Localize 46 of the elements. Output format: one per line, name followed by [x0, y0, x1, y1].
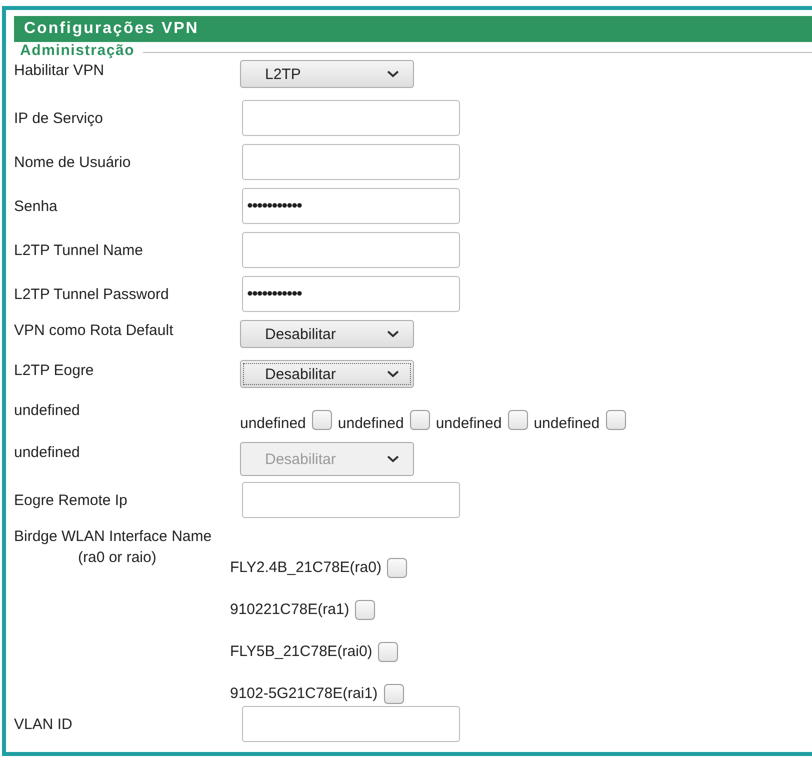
checkbox-label: undefined — [534, 415, 600, 432]
checkbox-label: undefined — [436, 415, 502, 432]
field-label: IP de Serviço — [14, 110, 104, 127]
dropdown[interactable]: L2TP — [240, 60, 414, 88]
checkbox-label: 9102-5G21C78E(rai1) — [230, 684, 378, 704]
field-label: Eogre Remote Ip — [14, 492, 128, 509]
field-label: Birdge WLAN Interface Name — [14, 528, 213, 545]
caret-icon — [387, 70, 399, 78]
field-label: Habilitar VPN — [14, 62, 106, 79]
checkbox[interactable] — [606, 410, 626, 430]
checkbox-label: undefined — [338, 415, 404, 432]
field-label: L2TP Tunnel Name — [14, 242, 144, 259]
checkbox[interactable] — [355, 600, 376, 620]
field-label: Senha — [14, 198, 58, 215]
checkbox[interactable] — [378, 642, 398, 662]
input-field[interactable] — [242, 706, 460, 742]
dropdown[interactable]: Desabilitar — [240, 320, 414, 348]
checkbox[interactable] — [410, 410, 430, 430]
checkbox-label: 910221C78E(ra1) — [230, 600, 350, 620]
caret-icon — [387, 370, 399, 378]
input-field[interactable] — [242, 100, 460, 136]
checkbox-label: FLY5B_21C78E(rai0) — [230, 642, 372, 662]
field-label: L2TP Tunnel Password — [14, 286, 170, 303]
field-label: undefined — [14, 444, 81, 461]
checkbox-label: undefined — [240, 415, 306, 432]
field-label: L2TP Eogre — [14, 362, 95, 379]
field-label: VLAN ID — [14, 716, 74, 733]
caret-icon — [387, 330, 399, 338]
field-label: Nome de Usuário — [14, 154, 132, 171]
field-label: VPN como Rota Default — [14, 322, 174, 339]
checkbox[interactable] — [384, 684, 404, 704]
checkbox[interactable] — [387, 558, 408, 578]
input-field[interactable] — [242, 482, 460, 518]
input-field[interactable] — [242, 232, 460, 268]
caret-icon — [387, 455, 399, 463]
section-legend: Administração — [14, 43, 143, 59]
dropdown[interactable]: Desabilitar — [240, 360, 414, 388]
input-field[interactable]: ••••••••••• — [242, 276, 460, 312]
checkbox[interactable] — [312, 410, 332, 430]
checkbox[interactable] — [508, 410, 528, 430]
panel-title: Configurações VPN — [14, 16, 812, 42]
input-field[interactable]: ••••••••••• — [242, 188, 460, 224]
checkbox-label: FLY2.4B_21C78E(ra0) — [230, 558, 382, 578]
input-field[interactable] — [242, 144, 460, 180]
field-label: undefined — [14, 402, 81, 419]
field-note: (ra0 or raio) — [77, 549, 158, 566]
